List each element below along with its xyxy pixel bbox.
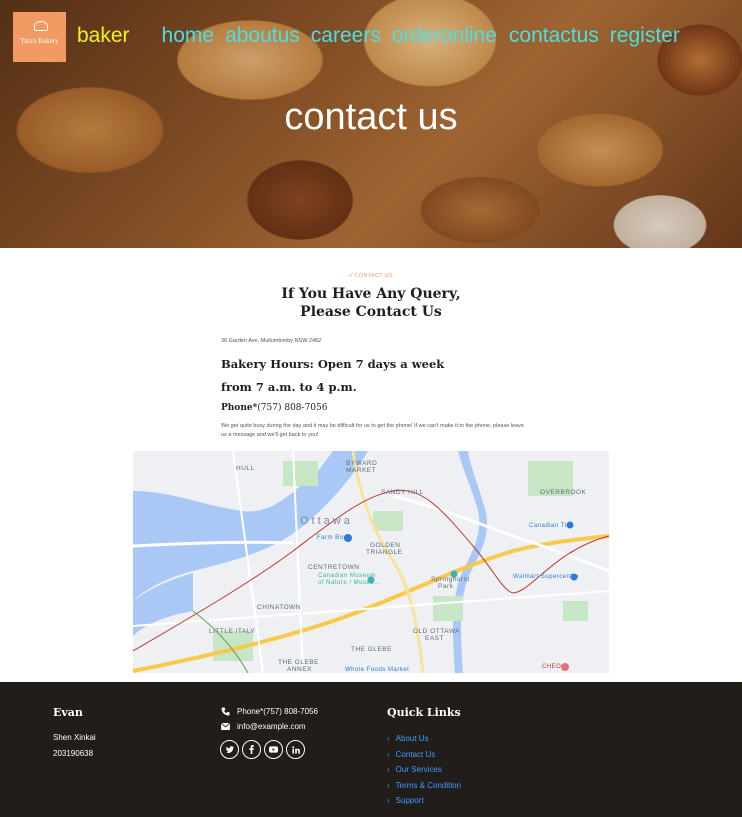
brand-name[interactable]: baker <box>77 24 130 48</box>
quick-link-label: Terms & Condition <box>395 780 462 790</box>
map-label-whole-foods: Whole Foods Market <box>345 667 410 673</box>
chevron-right-icon: › <box>387 765 390 775</box>
phone-icon <box>220 706 230 716</box>
quick-link-terms[interactable]: › Terms & Condition <box>387 778 461 794</box>
quick-links: › About Us › Contact Us › Our Services › Ter… <box>387 731 461 809</box>
chevron-right-icon: › <box>387 734 390 744</box>
map-label-little-italy: LITTLE ITALY <box>209 628 256 635</box>
phone-number[interactable]: (757) 808-7056 <box>257 403 327 413</box>
footer-phone[interactable]: Phone*(757) 808-7056 <box>220 706 318 716</box>
section-heading: If You Have Any Query, Please Contact Us <box>0 285 742 321</box>
linkedin-icon[interactable] <box>286 740 305 759</box>
map-label-glebe: THE GLEBE <box>351 646 392 653</box>
logo-text: Tara's Bakery <box>20 37 59 45</box>
map-label-canadian-tire: Canadian Tire <box>529 523 573 529</box>
footer-name: Shen Xinkai <box>53 733 96 742</box>
bakery-address: 36 Garden Ave, Mullumbimby NSW 2482 <box>221 338 322 344</box>
page-title: contact us <box>284 96 458 138</box>
map-label-museum-2: of Nature / Musée... <box>318 580 381 586</box>
footer-email-text: info@example.com <box>237 721 306 731</box>
map-label-centretown: CENTRETOWN <box>308 564 360 571</box>
heading-line-1: If You Have Any Query, <box>281 286 461 302</box>
contact-note: We get quite busy during the day and it … <box>221 423 524 438</box>
section-eyebrow: // CONTACT US <box>349 273 393 279</box>
quick-link-support[interactable]: › Support <box>387 793 461 809</box>
chevron-right-icon: › <box>387 749 390 759</box>
map-label-byward: BYWARD <box>346 460 378 467</box>
location-map[interactable]: HULL BYWARD MARKET SANDY HILL OVERBROOK … <box>133 451 609 673</box>
footer-col1-title: Evan <box>53 706 83 719</box>
map-label-hull: HULL <box>236 465 255 472</box>
social-links <box>220 740 308 759</box>
chevron-right-icon: › <box>387 796 390 806</box>
nav-register[interactable]: register <box>610 24 680 48</box>
logo[interactable]: Tara's Bakery <box>13 12 66 62</box>
footer <box>0 682 742 817</box>
nav-aboutus[interactable]: aboutus <box>225 24 300 48</box>
quick-link-our-services[interactable]: › Our Services <box>387 762 461 778</box>
twitter-icon[interactable] <box>220 740 239 759</box>
bakery-phone: Phone*(757) 808-7056 <box>221 403 327 413</box>
quick-link-label: Contact Us <box>395 749 436 759</box>
footer-email[interactable]: info@example.com <box>220 721 306 731</box>
nav-careers[interactable]: careers <box>311 24 381 48</box>
quick-link-contact-us[interactable]: › Contact Us <box>387 747 461 763</box>
map-label-chinatown: CHINATOWN <box>257 604 301 611</box>
nav-orderonline[interactable]: orderonline <box>392 24 497 48</box>
envelope-icon <box>220 721 230 731</box>
footer-id: 203190638 <box>53 749 94 758</box>
footer-phone-text: Phone*(757) 808-7056 <box>237 706 318 716</box>
quick-link-about-us[interactable]: › About Us <box>387 731 461 747</box>
map-label-walmart: Walmart Supercentre <box>513 574 579 580</box>
chevron-right-icon: › <box>387 780 390 790</box>
quick-links-title: Quick Links <box>387 706 461 719</box>
map-label-farm-boy: Farm Boy <box>317 535 348 541</box>
map-label-golden: GOLDEN <box>370 542 401 549</box>
map-label-sandy-hill: SANDY HILL <box>381 489 424 496</box>
map-label-ottawa: Ottawa <box>300 515 353 527</box>
heading-line-2: Please Contact Us <box>300 304 442 320</box>
top-nav: baker home aboutus careers orderonline c… <box>77 24 691 48</box>
map-label-market: MARKET <box>346 467 377 474</box>
quick-link-label: Support <box>395 796 424 806</box>
nav-home[interactable]: home <box>162 24 215 48</box>
bakery-hours-days: Bakery Hours: Open 7 days a week <box>221 357 445 371</box>
map-label-east: EAST <box>425 635 444 642</box>
map-label-glebe-annex-1: THE GLEBE <box>278 659 319 666</box>
map-label-old-ottawa: OLD OTTAWA <box>413 628 461 635</box>
bakery-hours-time: from 7 a.m. to 4 p.m. <box>221 380 357 394</box>
quick-link-label: Our Services <box>395 765 442 775</box>
map-label-overbrook: OVERBROOK <box>540 489 587 496</box>
facebook-icon[interactable] <box>242 740 261 759</box>
quick-link-label: About Us <box>395 734 429 744</box>
map-graphic <box>133 451 609 673</box>
hero-banner: Tara's Bakery baker home aboutus careers… <box>0 0 742 248</box>
map-label-glebe-annex-2: ANNEX <box>287 666 312 673</box>
nav-contactus[interactable]: contactus <box>509 24 599 48</box>
map-label-springhurst-2: Park <box>438 583 454 590</box>
map-label-museum-1: Canadian Museum <box>318 573 376 579</box>
phone-label: Phone* <box>221 403 258 413</box>
map-label-springhurst-1: Springhurst <box>431 576 470 583</box>
logo-mark-icon <box>34 21 48 31</box>
map-label-triangle: TRIANGLE <box>366 549 403 556</box>
youtube-icon[interactable] <box>264 740 283 759</box>
map-label-cheo: CHEO <box>542 664 562 670</box>
